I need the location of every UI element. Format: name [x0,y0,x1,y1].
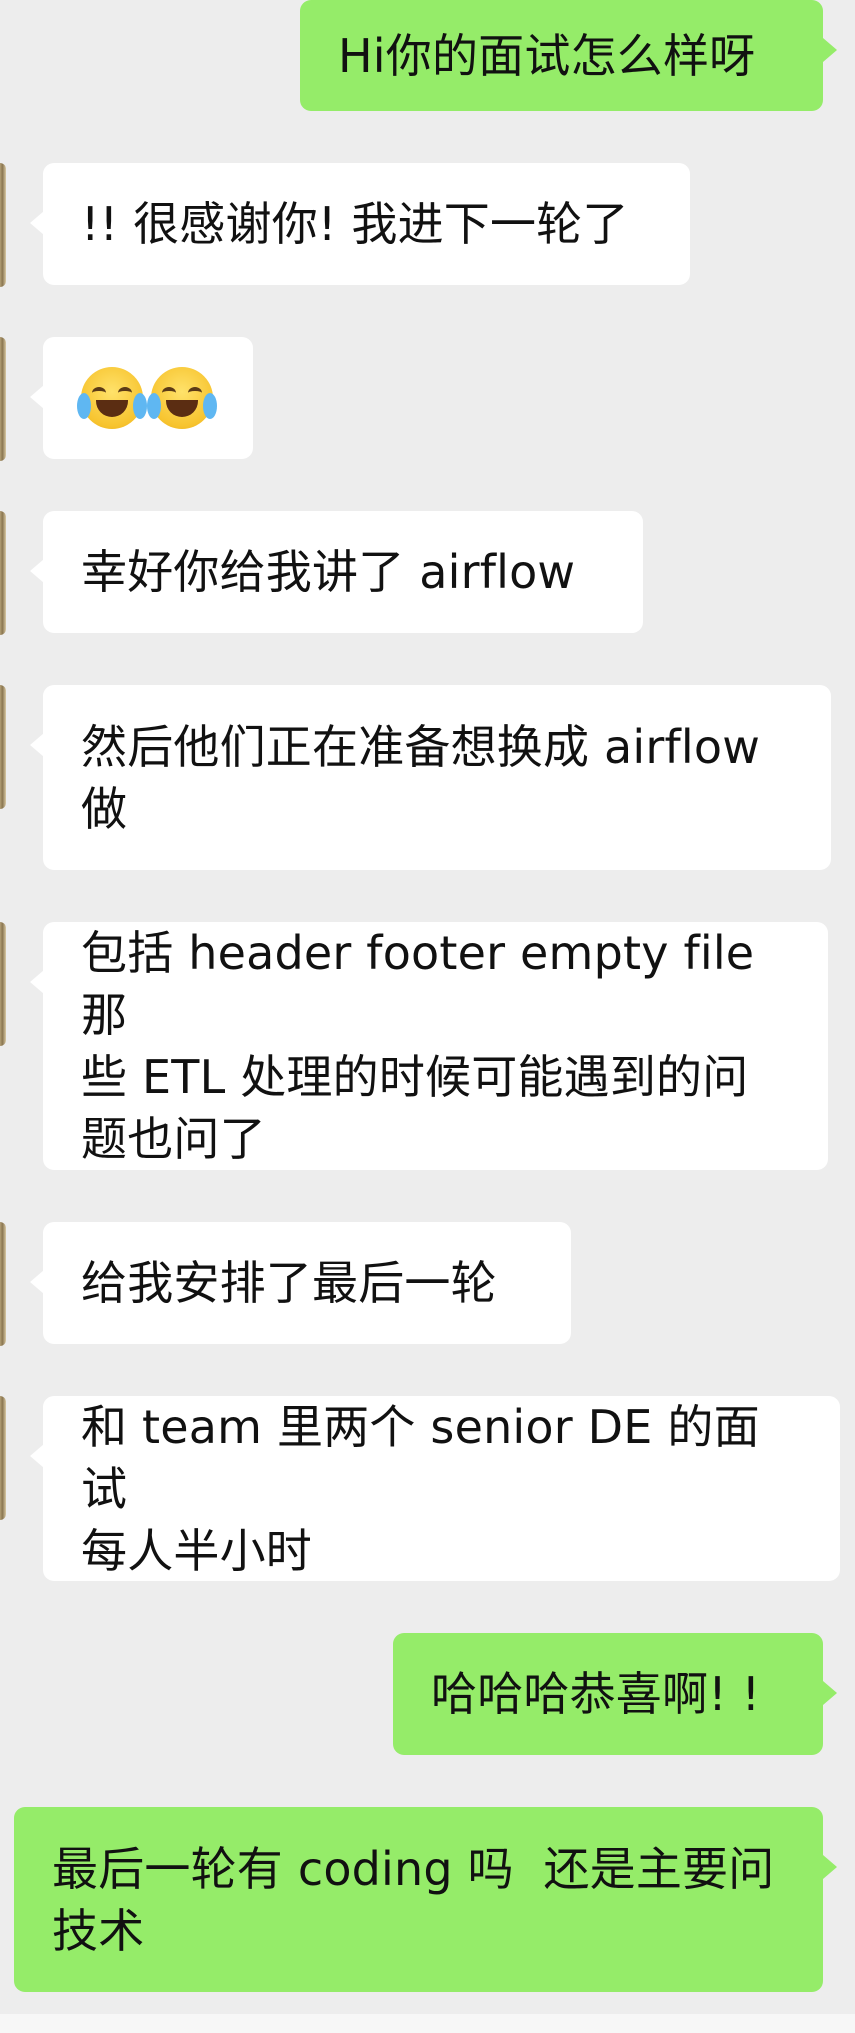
message-bubble-outgoing[interactable]: 哈哈哈恭喜啊! ! [393,1633,837,1755]
avatar[interactable] [0,337,6,461]
bubble-tail [30,1444,44,1468]
message-text: 最后一轮有 coding 吗 还是主要问 技术 [52,1841,775,1958]
message-bubble-outgoing[interactable]: Hi你的面试怎么样呀 [300,0,837,111]
bubble-tail [823,1681,837,1705]
bubble-tail [30,211,44,235]
bubble-tail [823,38,837,62]
avatar[interactable] [0,511,6,635]
avatar[interactable] [0,1396,6,1520]
message-text: Hi你的面试怎么样呀 [338,28,756,83]
emoji-row [77,367,217,429]
tears-of-joy-emoji-icon [147,367,217,429]
message-text: !! 很感谢你! 我进下一轮了 [81,197,629,251]
bubble-tail [30,1270,44,1294]
avatar[interactable] [0,1222,6,1346]
message-bubble-incoming[interactable]: 幸好你给我讲了 airflow [30,511,643,633]
bubble-tail [30,733,44,757]
avatar[interactable] [0,922,6,1046]
message-bubble-incoming[interactable]: 和 team 里两个 senior DE 的面试 每人半小时 [30,1396,840,1581]
bubble-tail [823,1855,837,1879]
message-text: 包括 header footer empty file 那 些 ETL 处理的时… [81,926,755,1166]
message-bubble-outgoing[interactable]: 最后一轮有 coding 吗 还是主要问 技术 [14,1807,837,1992]
bubble-tail [30,970,44,994]
avatar[interactable] [0,685,6,809]
message-bubble-incoming[interactable]: 然后他们正在准备想换成 airflow 做 [30,685,831,870]
chat-window: Hi你的面试怎么样呀 !! 很感谢你! 我进下一轮了 幸好你给我讲了 airfl… [0,0,855,2033]
avatar[interactable] [0,163,6,287]
message-bubble-incoming[interactable]: 给我安排了最后一轮 [30,1222,571,1344]
message-bubble-incoming[interactable] [30,337,253,459]
message-text: 给我安排了最后一轮 [81,1256,497,1310]
bubble-tail [30,385,44,409]
message-text: 幸好你给我讲了 airflow [81,545,576,599]
message-text: 和 team 里两个 senior DE 的面试 每人半小时 [81,1399,760,1578]
message-text: 哈哈哈恭喜啊! ! [431,1667,761,1721]
message-bubble-incoming[interactable]: 包括 header footer empty file 那 些 ETL 处理的时… [30,922,828,1170]
message-text: 然后他们正在准备想换成 airflow 做 [81,719,761,836]
message-bubble-incoming[interactable]: !! 很感谢你! 我进下一轮了 [30,163,690,285]
tears-of-joy-emoji-icon [77,367,147,429]
bubble-tail [30,559,44,583]
input-bar-edge [0,2014,855,2033]
